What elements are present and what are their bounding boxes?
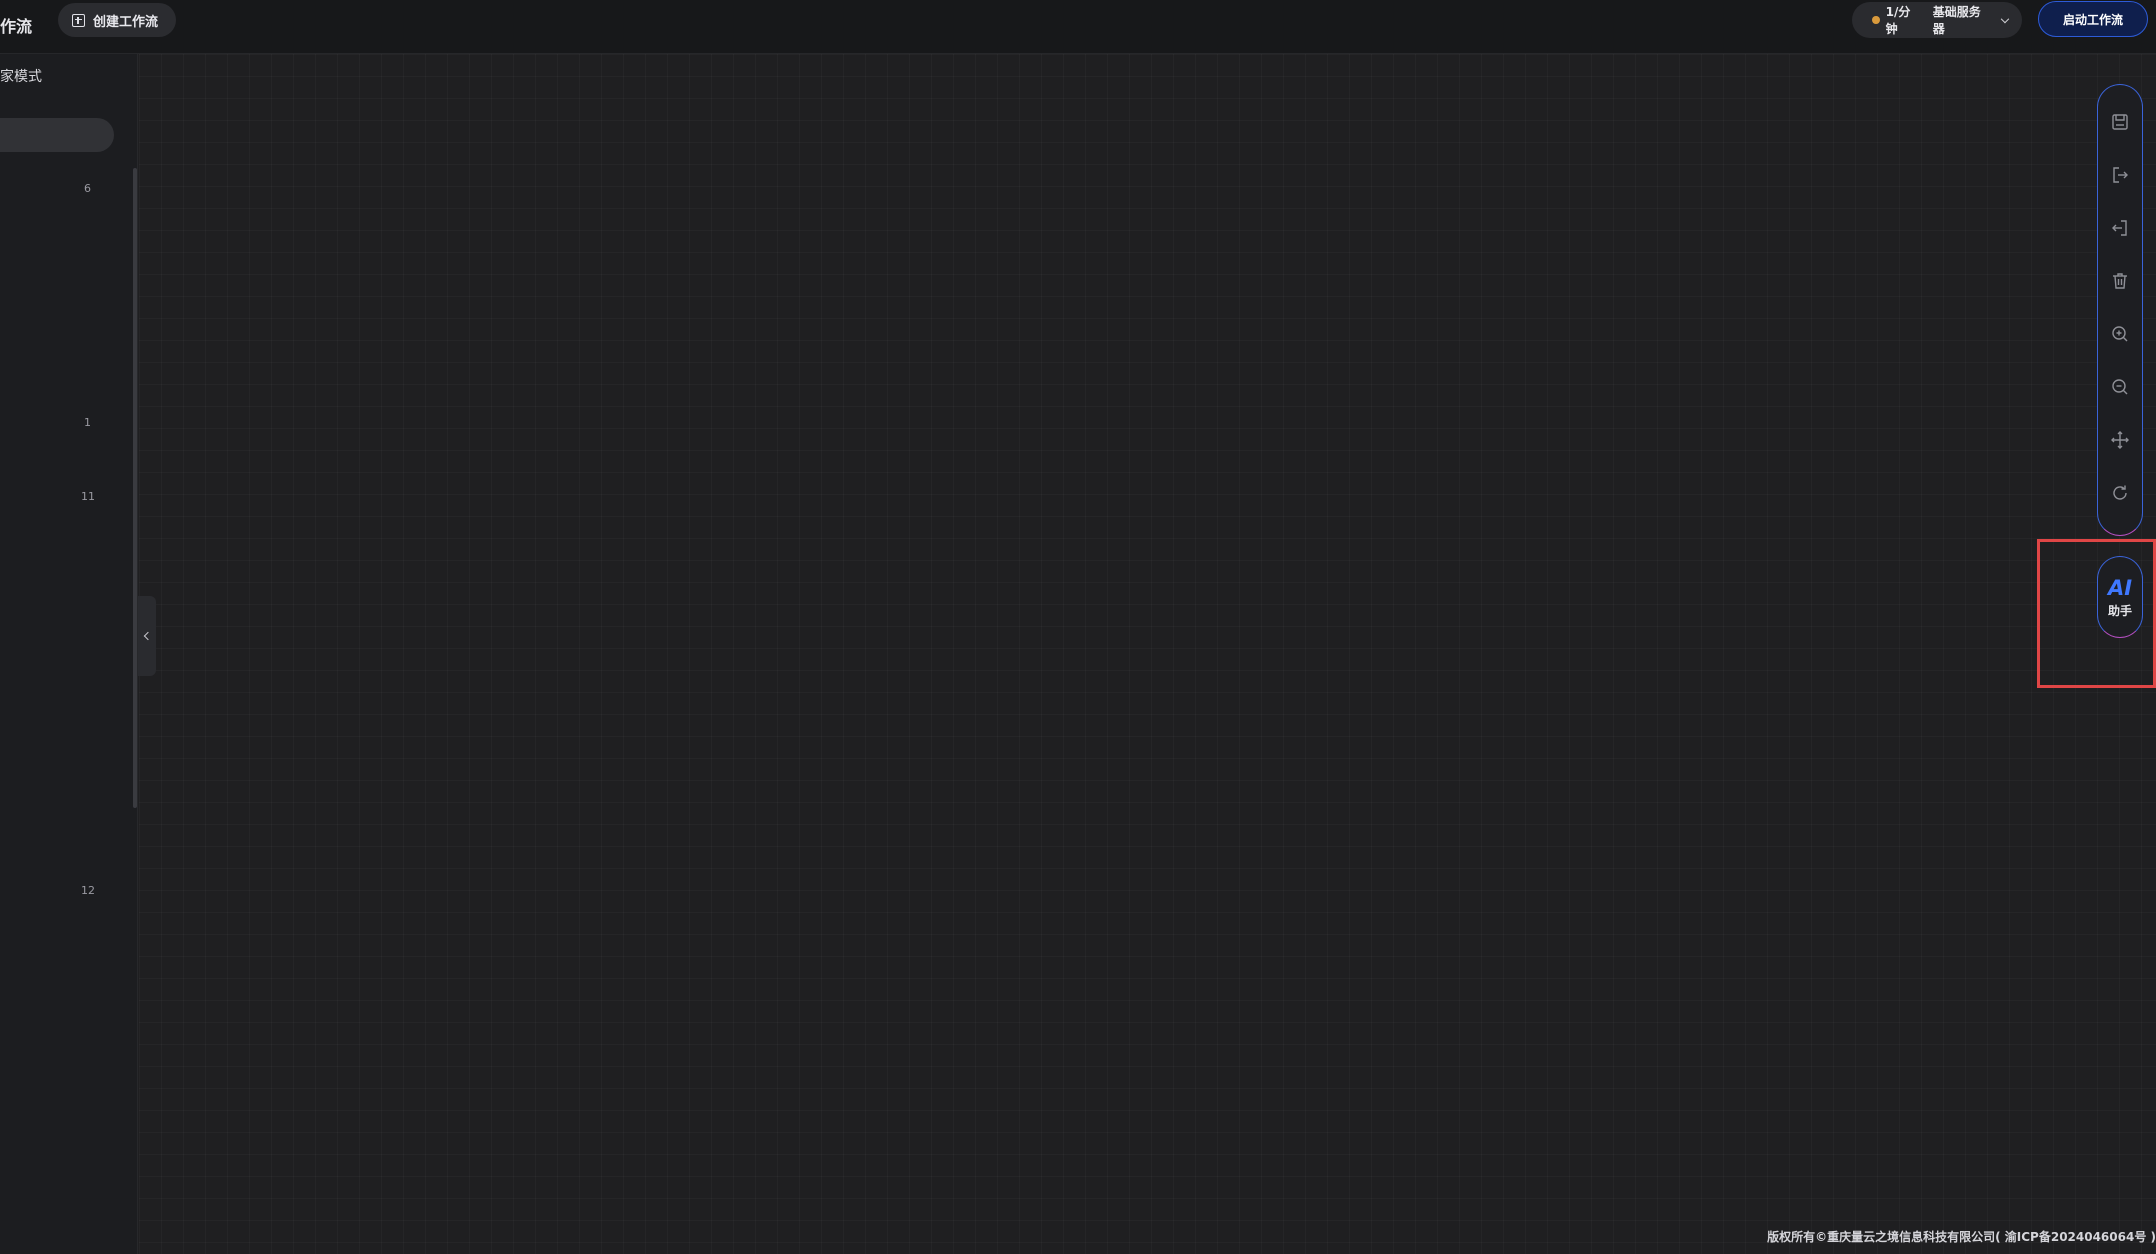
mode-label: 家模式 (0, 69, 42, 85)
server-select[interactable]: 1/分钟 基础服务器 (1852, 2, 2022, 38)
refresh-icon (2113, 485, 2127, 500)
sidebar-search-input[interactable] (0, 118, 114, 152)
server-rate: 1/分钟 (1885, 5, 1911, 36)
canvas-toolbar (2097, 84, 2143, 536)
fit-view-button[interactable] (2109, 429, 2131, 451)
create-workflow-button[interactable]: 创建工作流 (58, 3, 177, 37)
refresh-button[interactable] (2109, 482, 2131, 504)
top-bar: 作流 创建工作流 1/分钟 基础服务器 启动工作流 (0, 0, 2156, 54)
export-icon (2113, 167, 2128, 183)
delete-button[interactable] (2109, 270, 2131, 292)
ai-title: AI (2107, 575, 2133, 600)
save-button[interactable] (2109, 111, 2131, 133)
plus-square-icon (72, 13, 85, 27)
import-icon (2112, 220, 2127, 236)
category-count: 1 (84, 416, 91, 429)
chevron-down-icon (2000, 14, 2010, 23)
create-workflow-label: 创建工作流 (93, 14, 159, 30)
server-name: 基础服务器 (1932, 5, 1981, 36)
ai-subtitle: 助手 (2107, 603, 2132, 618)
delete-icon (2113, 273, 2127, 289)
fit-view-icon (2111, 431, 2129, 449)
category-count: 11 (81, 490, 95, 503)
import-button[interactable] (2109, 217, 2131, 239)
app-title: 作流 (0, 17, 33, 36)
zoom-out-button[interactable] (2109, 376, 2131, 398)
export-button[interactable] (2109, 164, 2131, 186)
sidebar-collapse-button[interactable] (138, 596, 156, 676)
sidebar-scrollbar[interactable] (133, 168, 137, 808)
node-sidebar: 家模式 6 1 11 12 (0, 54, 138, 1254)
launch-workflow-button[interactable]: 启动工作流 (2038, 1, 2148, 37)
chevron-left-icon (143, 631, 153, 641)
category-count: 6 (84, 182, 91, 195)
workflow-canvas[interactable] (139, 54, 2156, 1254)
zoom-in-button[interactable] (2109, 323, 2131, 345)
coin-icon (1872, 16, 1880, 24)
copyright-footer: 版权所有©重庆量云之境信息科技有限公司( 渝ICP备2024046064号 ) (1767, 1230, 2156, 1244)
ai-assistant-button[interactable]: AI 助手 (2097, 556, 2143, 638)
category-count: 12 (81, 884, 95, 897)
save-icon (2112, 114, 2128, 130)
zoom-in-icon (2112, 326, 2128, 342)
zoom-out-icon (2112, 379, 2128, 395)
